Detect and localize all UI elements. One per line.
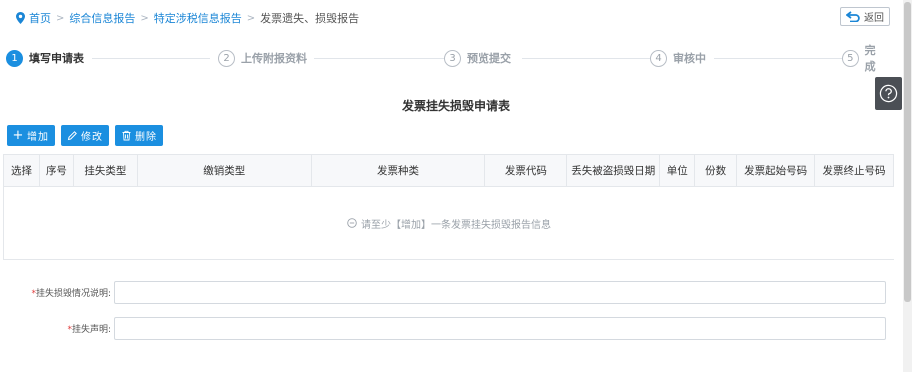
column-header-select[interactable]: 选择 xyxy=(4,155,40,186)
breadcrumb-current: 发票遗失、损毁报告 xyxy=(260,12,360,25)
column-header-unit[interactable]: 单位 xyxy=(660,155,696,186)
progress-steps: 1 填写申请表 2 上传附报资料 3 预览提交 4 审核中 5 完成 xyxy=(6,44,890,73)
table-header: 选择 序号 挂失类型 缴销类型 发票种类 发票代码 丢失被盗损毁日期 单位 份数… xyxy=(4,155,894,187)
invoice-loss-table: 选择 序号 挂失类型 缴销类型 发票种类 发票代码 丢失被盗损毁日期 单位 份数… xyxy=(3,154,894,260)
statement-label-text: 挂失声明: xyxy=(71,324,111,335)
form-title: 发票挂失损毁申请表 xyxy=(401,99,510,113)
step-complete: 5 完成 xyxy=(842,44,890,73)
breadcrumb-level2[interactable]: 特定涉税信息报告 xyxy=(154,10,242,26)
statement-label: *挂失声明: xyxy=(0,322,114,335)
explanation-row: *挂失损毁情况说明: xyxy=(0,280,912,304)
breadcrumb-level1[interactable]: 综合信息报告 xyxy=(69,10,135,26)
location-pin-icon xyxy=(16,12,25,24)
column-header-end-number[interactable]: 发票终止号码 xyxy=(815,155,894,186)
plus-icon: + xyxy=(12,128,25,143)
step-number: 3 xyxy=(444,49,461,67)
step-upload: 2 上传附报资料 xyxy=(218,48,311,68)
column-header-loss-date[interactable]: 丢失被盗损毁日期 xyxy=(567,155,661,186)
step-label: 预览提交 xyxy=(467,52,511,65)
column-header-cancel-type[interactable]: 缴销类型 xyxy=(138,155,312,186)
back-button-label: 返回 xyxy=(864,13,884,24)
breadcrumb: 首页 > 综合信息报告 > 特定涉税信息报告 > 发票遗失、损毁报告 xyxy=(16,10,359,26)
delete-button[interactable]: 删除 xyxy=(115,125,163,146)
step-preview-submit: 3 预览提交 xyxy=(444,48,515,68)
step-fill-form: 1 填写申请表 xyxy=(6,48,88,68)
explanation-label-text: 挂失损毁情况说明: xyxy=(35,288,111,299)
breadcrumb-separator: > xyxy=(140,12,149,24)
step-number: 1 xyxy=(6,49,23,67)
toolbar: + 增加 修改 删除 xyxy=(7,125,163,146)
column-header-loss-type[interactable]: 挂失类型 xyxy=(74,155,138,186)
column-header-invoice-kind[interactable]: 发票种类 xyxy=(312,155,486,186)
vertical-scrollbar[interactable] xyxy=(903,0,912,372)
step-label: 上传附报资料 xyxy=(241,52,307,65)
step-number: 4 xyxy=(650,49,667,67)
edit-button[interactable]: 修改 xyxy=(61,125,109,146)
empty-state-message: 请至少【增加】一条发票挂失损毁报告信息 xyxy=(361,219,551,231)
step-label: 填写申请表 xyxy=(29,52,84,65)
add-button[interactable]: + 增加 xyxy=(7,125,55,146)
step-number: 2 xyxy=(218,49,235,67)
delete-button-label: 删除 xyxy=(135,132,157,143)
edit-button-label: 修改 xyxy=(81,132,103,143)
scrollbar-thumb[interactable] xyxy=(904,2,911,302)
column-header-index[interactable]: 序号 xyxy=(40,155,74,186)
minus-circle-icon xyxy=(347,218,357,228)
breadcrumb-separator: > xyxy=(56,12,65,24)
step-connector xyxy=(522,58,650,59)
add-button-label: 增加 xyxy=(27,132,49,143)
pencil-icon xyxy=(67,131,77,141)
step-connector xyxy=(714,58,842,59)
step-number: 5 xyxy=(842,49,859,67)
explanation-input[interactable] xyxy=(114,280,886,304)
statement-input[interactable] xyxy=(114,316,886,340)
explanation-label: *挂失损毁情况说明: xyxy=(0,286,114,299)
statement-row: *挂失声明: xyxy=(0,316,912,340)
step-review: 4 审核中 xyxy=(650,48,710,68)
step-connector xyxy=(314,58,444,59)
column-header-invoice-code[interactable]: 发票代码 xyxy=(485,155,568,186)
step-label: 审核中 xyxy=(673,52,706,65)
breadcrumb-home[interactable]: 首页 xyxy=(29,10,51,26)
column-header-start-number[interactable]: 发票起始号码 xyxy=(737,155,816,186)
table-empty-state: 请至少【增加】一条发票挂失损毁报告信息 xyxy=(4,187,894,259)
column-header-count[interactable]: 份数 xyxy=(695,155,738,186)
step-connector xyxy=(92,58,210,59)
return-arrow-icon xyxy=(846,11,860,22)
back-button[interactable]: 返回 xyxy=(840,7,890,26)
trash-icon xyxy=(122,130,131,141)
step-label: 完成 xyxy=(864,44,876,73)
breadcrumb-separator: > xyxy=(246,12,256,24)
